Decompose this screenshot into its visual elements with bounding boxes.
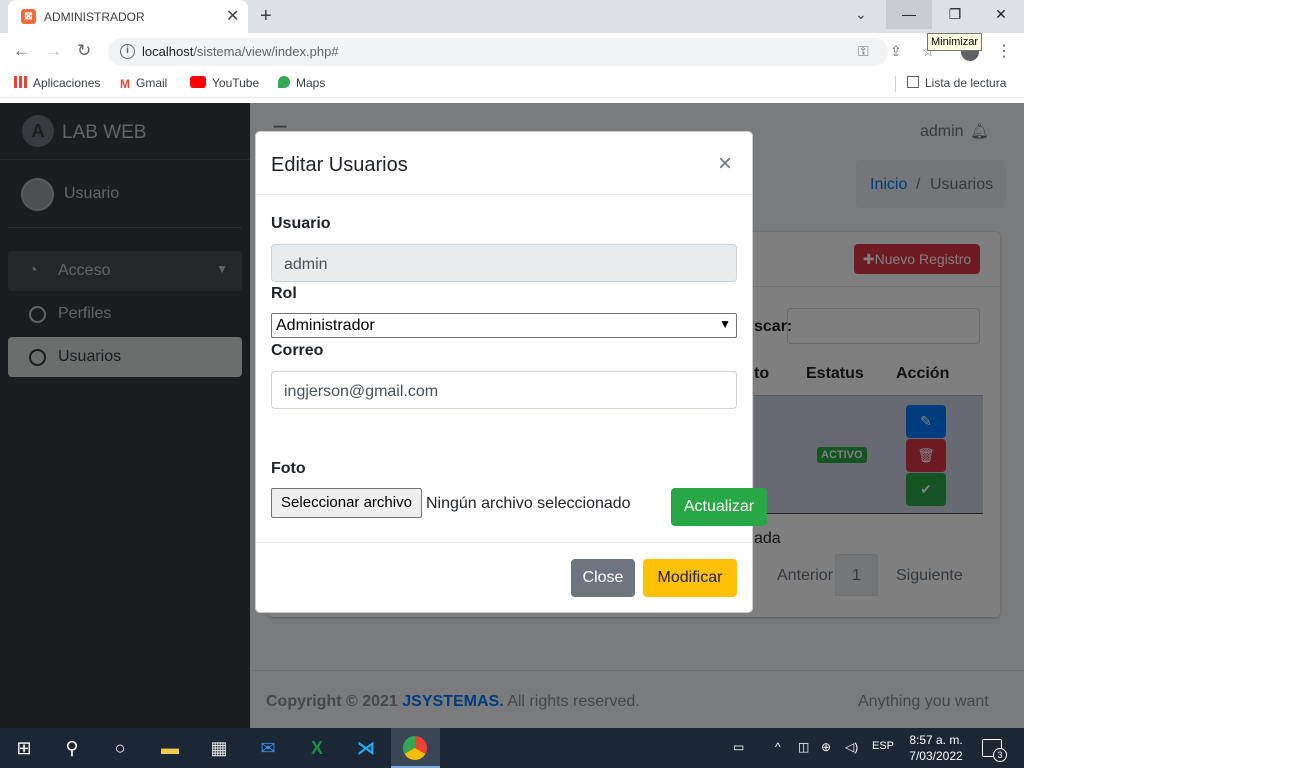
bookmark-youtube[interactable]: YouTube xyxy=(190,76,259,90)
excel-icon[interactable]: X xyxy=(305,736,329,760)
bookmarks-bar: Aplicaciones M Gmail YouTube Maps Lista d… xyxy=(0,70,1024,98)
keyboard-icon[interactable]: ▭ xyxy=(733,740,744,754)
browser-toolbar: ← → ↻ i localhost/sistema/view/index.php… xyxy=(0,33,1024,70)
restore-button[interactable]: ❐ xyxy=(932,0,978,29)
close-button[interactable]: Close xyxy=(571,559,635,597)
bookmarks-divider xyxy=(895,76,896,92)
windows-taskbar: ⊞ ⚲ ○ ▬ ▦ ✉ X ⋊ ▭ ^ ◫ ⊕ ◁) ESP 8:57 a. m… xyxy=(0,728,1024,768)
chevron-down-icon: ▼ xyxy=(719,317,731,331)
correo-label: Correo xyxy=(271,342,324,359)
modal-title: Editar Usuarios xyxy=(271,154,408,176)
close-window-button[interactable]: ✕ xyxy=(978,0,1024,29)
browser-tab[interactable]: ⊠ ADMINISTRADOR ✕ xyxy=(8,0,248,33)
bookmark-gmail[interactable]: M Gmail xyxy=(120,76,167,91)
volume-icon[interactable]: ◁) xyxy=(845,740,858,754)
chrome-icon xyxy=(403,736,427,760)
vscode-icon[interactable]: ⋊ xyxy=(354,736,378,760)
key-icon[interactable]: ⚿ xyxy=(858,43,869,60)
chrome-taskbar-item[interactable] xyxy=(391,728,440,768)
reading-list[interactable]: Lista de lectura xyxy=(907,76,1006,90)
minimize-tooltip: Minimizar xyxy=(927,33,983,51)
store-icon[interactable]: ▦ xyxy=(207,736,231,760)
windows-start-icon[interactable]: ⊞ xyxy=(12,736,36,760)
back-icon[interactable]: ← xyxy=(13,41,30,61)
usuario-field[interactable]: admin xyxy=(271,244,737,282)
update-photo-button[interactable]: Actualizar xyxy=(671,488,767,526)
clock-date: 7/03/2022 xyxy=(909,749,963,763)
meet-icon[interactable]: ◫ xyxy=(798,740,809,754)
minimize-button[interactable]: — xyxy=(886,0,932,29)
close-icon[interactable]: × xyxy=(718,150,732,178)
address-bar[interactable]: i localhost/sistema/view/index.php# ⚿ xyxy=(108,38,888,66)
forward-icon[interactable]: → xyxy=(45,41,62,61)
apps-grid-icon xyxy=(14,76,27,88)
bookmark-maps[interactable]: Maps xyxy=(278,76,325,90)
browser-tabbar: ⊠ ADMINISTRADOR ✕ + ⌄ — ❐ ✕ xyxy=(0,0,1024,33)
rol-select[interactable]: Administrador ▼ xyxy=(271,313,737,338)
tab-search-icon[interactable]: ⌄ xyxy=(855,6,867,23)
foto-label: Foto xyxy=(271,460,306,477)
usuario-label: Usuario xyxy=(271,215,331,232)
file-status: Ningún archivo seleccionado xyxy=(426,495,631,512)
site-info-icon[interactable]: i xyxy=(120,44,135,59)
youtube-icon xyxy=(190,76,206,88)
gmail-icon: M xyxy=(120,77,130,91)
file-explorer-icon[interactable]: ▬ xyxy=(158,736,182,760)
chevron-up-icon[interactable]: ^ xyxy=(775,740,781,754)
screen: ⊠ ADMINISTRADOR ✕ + ⌄ — ❐ ✕ ← → ↻ i loca… xyxy=(0,0,1302,768)
network-icon[interactable]: ⊕ xyxy=(821,740,831,754)
bookmark-apps[interactable]: Aplicaciones xyxy=(14,76,100,90)
maps-icon xyxy=(278,76,290,88)
edit-user-modal: Editar Usuarios × Usuario admin Rol Admi… xyxy=(255,131,767,613)
email-field[interactable]: ingjerson@gmail.com xyxy=(271,371,737,409)
new-tab-icon[interactable]: + xyxy=(260,5,272,28)
clock-time: 8:57 a. m. xyxy=(909,733,963,747)
mail-icon[interactable]: ✉ xyxy=(256,736,280,760)
modify-button[interactable]: Modificar xyxy=(643,559,737,597)
browser-menu-icon[interactable]: ⋮ xyxy=(996,41,1012,61)
xampp-favicon-icon: ⊠ xyxy=(21,9,36,24)
rol-label: Rol xyxy=(271,285,297,302)
choose-file-button[interactable]: Seleccionar archivo xyxy=(271,488,422,518)
tab-title: ADMINISTRADOR xyxy=(44,10,145,24)
modal-header: Editar Usuarios × xyxy=(256,132,752,195)
tab-close-icon[interactable]: ✕ xyxy=(226,6,239,26)
url-text: localhost/sistema/view/index.php# xyxy=(142,44,339,59)
share-icon[interactable]: ⇪ xyxy=(890,43,902,60)
language-indicator[interactable]: ESP xyxy=(872,740,894,752)
reload-icon[interactable]: ↻ xyxy=(77,41,91,61)
modal-footer-divider xyxy=(256,542,752,543)
reading-list-icon xyxy=(907,76,919,88)
notification-count: 3 xyxy=(993,748,1007,762)
search-icon[interactable]: ⚲ xyxy=(60,736,84,760)
clock[interactable]: 8:57 a. m. 7/03/2022 xyxy=(900,732,972,764)
cortana-icon[interactable]: ○ xyxy=(108,736,132,760)
